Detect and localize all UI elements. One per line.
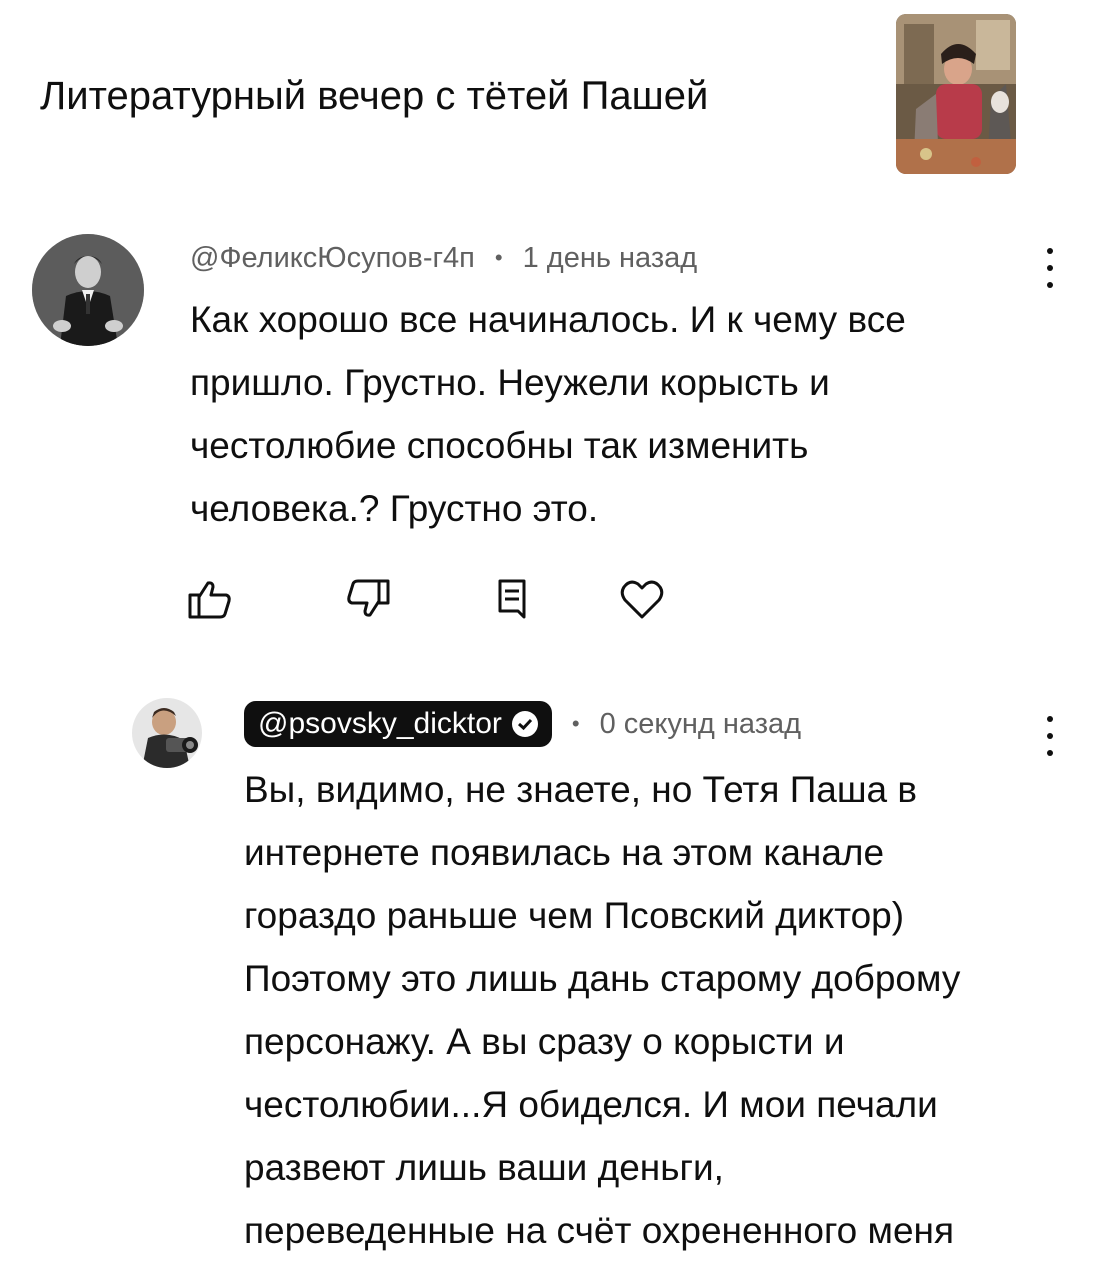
more-options-icon[interactable]: [1038, 716, 1062, 756]
video-header: Литературный вечер с тётей Пашей: [0, 0, 1102, 190]
comment-text: Вы, видимо, не знаете, но Тетя Паша в ин…: [244, 769, 961, 1251]
meta-separator: •: [571, 711, 580, 736]
avatar[interactable]: [132, 698, 202, 768]
comment-text: Как хорошо все начиналось. И к чему все …: [190, 299, 906, 529]
comment-time: 1 день назад: [522, 241, 698, 274]
avatar-image: [132, 698, 202, 768]
author-chip[interactable]: @psovsky_dicktor: [244, 701, 552, 747]
avatar[interactable]: [32, 234, 144, 346]
more-options-icon[interactable]: [1038, 248, 1062, 288]
comment: @ФеликсЮсупов-г4п • 1 день назад Как хор…: [0, 220, 1102, 650]
like-icon[interactable]: [186, 575, 234, 623]
avatar-image: [32, 234, 144, 346]
meta-separator: •: [494, 245, 503, 270]
verified-icon: [511, 711, 538, 737]
thumbnail-image: [896, 14, 1016, 174]
comment-meta: @psovsky_dicktor • 0 секунд назад: [244, 696, 801, 752]
comment-author[interactable]: @ФеликсЮсупов-г4п: [190, 242, 475, 275]
heart-icon[interactable]: [618, 575, 666, 623]
comment-meta: @ФеликсЮсупов-г4п • 1 день назад: [190, 238, 697, 278]
comment-actions: [186, 575, 686, 625]
video-thumbnail[interactable]: [896, 14, 1016, 174]
reply-comment: @psovsky_dicktor • 0 секунд назад Вы, ви…: [0, 690, 1102, 1280]
comment-author: @psovsky_dicktor: [258, 707, 502, 740]
reply-icon[interactable]: [488, 575, 536, 623]
video-title[interactable]: Литературный вечер с тётей Пашей: [40, 70, 708, 122]
dislike-icon[interactable]: [344, 575, 392, 623]
comment-time: 0 секунд назад: [599, 707, 802, 740]
